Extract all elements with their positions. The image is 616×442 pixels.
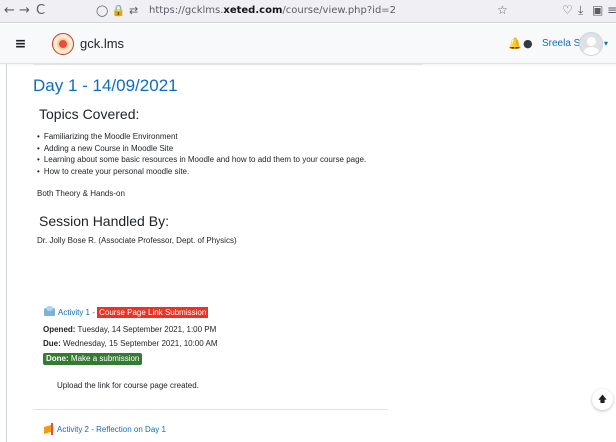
download-icon[interactable]: ⤓ bbox=[578, 3, 583, 18]
extensions-icon[interactable]: ▣ bbox=[592, 3, 603, 17]
scroll-to-top-button[interactable]: 🡅 bbox=[592, 389, 613, 410]
section-divider bbox=[33, 64, 423, 65]
list-item: Adding a new Course in Moodle Site bbox=[37, 143, 366, 155]
bookmark-icon[interactable]: ☆ bbox=[497, 3, 508, 17]
section-title[interactable]: Day 1 - 14/09/2021 bbox=[33, 76, 178, 96]
site-name[interactable]: gck.lms bbox=[80, 36, 124, 51]
highlighted-text: Course Page Link Submission bbox=[97, 307, 209, 318]
user-avatar[interactable] bbox=[579, 32, 603, 56]
activity-2-link[interactable]: Activity 2 - Reflection on Day 1 bbox=[57, 425, 166, 434]
site-navbar: ≡ gck.lms 🔔 ● Sreela S R ▾ bbox=[0, 24, 616, 64]
address-bar[interactable]: ◯ 🔒 ⇄ https://gcklms.xeted.com/course/vi… bbox=[96, 2, 516, 21]
list-item: Learning about some basic resources in M… bbox=[37, 154, 366, 166]
assignment-icon bbox=[44, 306, 55, 317]
content-left-border bbox=[6, 64, 7, 442]
chevron-down-icon[interactable]: ▾ bbox=[604, 39, 608, 48]
forum-icon bbox=[43, 423, 55, 435]
security-icons: ◯ 🔒 ⇄ bbox=[96, 4, 139, 17]
topics-heading: Topics Covered: bbox=[39, 106, 140, 122]
activity-1-link[interactable]: Activity 1 - Course Page Link Submission bbox=[58, 307, 209, 318]
session-handler: Dr. Jolly Bose R. (Associate Professor, … bbox=[37, 236, 237, 245]
pocket-icon[interactable]: ♡ bbox=[562, 3, 573, 17]
list-item: How to create your personal moodle site. bbox=[37, 166, 366, 178]
drawer-toggle-button[interactable]: ≡ bbox=[0, 24, 41, 64]
url-text[interactable]: https://gcklms.xeted.com/course/view.php… bbox=[149, 5, 396, 16]
course-section: Day 1 - 14/09/2021 Topics Covered: Famil… bbox=[33, 64, 423, 442]
arrow-up-icon: 🡅 bbox=[597, 394, 608, 405]
browser-toolbar: ← → C ◯ 🔒 ⇄ https://gcklms.xeted.com/cou… bbox=[0, 0, 616, 23]
back-icon[interactable]: ← bbox=[4, 3, 15, 19]
theory-note: Both Theory & Hands-on bbox=[37, 189, 125, 198]
topics-list: Familiarizing the Moodle Environment Add… bbox=[37, 131, 366, 177]
list-item: Familiarizing the Moodle Environment bbox=[37, 131, 366, 143]
forward-icon[interactable]: → bbox=[19, 3, 30, 19]
activity-1-opened: Opened: Tuesday, 14 September 2021, 1:00… bbox=[43, 325, 217, 334]
messages-icon[interactable]: ● bbox=[523, 37, 533, 50]
site-logo[interactable] bbox=[52, 33, 74, 55]
activity-1-description: Upload the link for course page created. bbox=[57, 381, 199, 390]
reload-icon[interactable]: C bbox=[36, 3, 45, 19]
completion-status-badge: Done: Make a submission bbox=[43, 353, 143, 365]
hamburger-icon: ≡ bbox=[14, 36, 27, 52]
activity-divider bbox=[33, 409, 388, 410]
session-heading: Session Handled By: bbox=[39, 213, 169, 229]
activity-1-due: Due: Wednesday, 15 September 2021, 10:00… bbox=[43, 339, 218, 348]
notification-bell-icon[interactable]: 🔔 bbox=[508, 37, 522, 50]
browser-menu-icon[interactable]: ≡ bbox=[607, 3, 616, 17]
